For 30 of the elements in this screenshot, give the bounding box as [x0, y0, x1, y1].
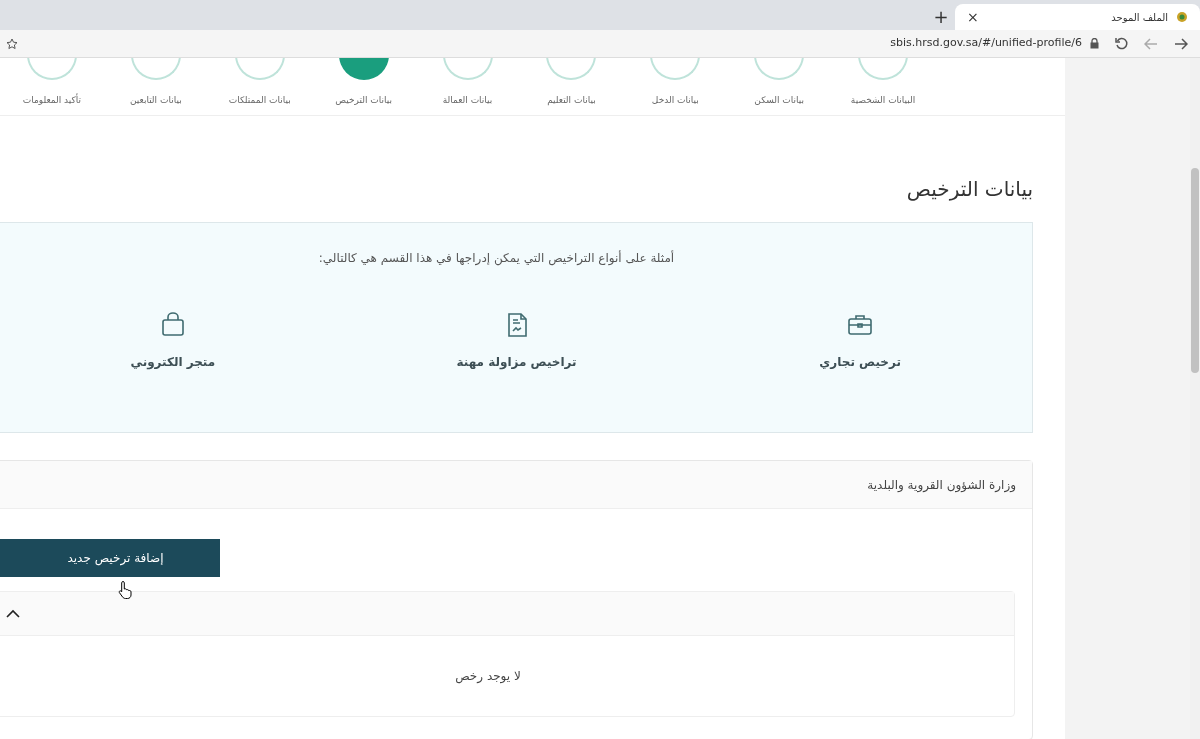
example-label: ترخيص تجاري: [819, 354, 901, 371]
step-label[interactable]: بيانات التابعين: [130, 94, 182, 108]
reload-icon[interactable]: [1115, 37, 1128, 50]
address-field[interactable]: sbis.hrsd.gov.sa/#/unified-profile/6: [890, 35, 1082, 52]
example-label: تراخيص مزاولة مهنة: [456, 354, 577, 371]
step-label[interactable]: بيانات السكن: [754, 94, 804, 108]
back-icon[interactable]: [1144, 37, 1158, 50]
lock-icon: [1090, 38, 1099, 49]
step-label[interactable]: بيانات الدخل: [651, 94, 699, 108]
section-title: بيانات الترخيص: [905, 176, 1033, 203]
new-tab-button[interactable]: +: [927, 4, 955, 30]
scrollbar-thumb[interactable]: [1191, 168, 1199, 373]
forward-icon[interactable]: [1174, 37, 1188, 50]
step-label[interactable]: تأكيد المعلومات: [22, 94, 82, 108]
empty-message: لا يوجد رخص: [455, 668, 521, 685]
step-label[interactable]: بيانات التعليم: [547, 94, 596, 108]
step-label[interactable]: البيانات الشخصية: [850, 94, 916, 108]
example-label: متجر الكتروني: [130, 354, 216, 371]
info-text: أمثلة على أنواع التراخيص التي يمكن إدراجها في هذا القسم هي كالتالي:: [318, 249, 675, 267]
browser-tab[interactable]: الملف الموحد ×: [955, 4, 1200, 30]
step-label[interactable]: بيانات الممتلكات: [228, 94, 291, 108]
chevron-icon[interactable]: [6, 609, 20, 618]
close-tab-button[interactable]: ×: [967, 10, 979, 24]
step-label[interactable]: بيانات العمالة: [442, 94, 493, 108]
tab-title: الملف الموحد: [1111, 10, 1168, 25]
favicon-icon: [1176, 11, 1188, 23]
add-license-button[interactable]: إضافة ترخيص جديد: [0, 539, 220, 577]
step-label[interactable]: بيانات الترخيص: [335, 94, 392, 108]
star-icon[interactable]: [6, 37, 18, 50]
card-title: وزارة الشؤون القروية والبلدية: [867, 476, 1016, 494]
